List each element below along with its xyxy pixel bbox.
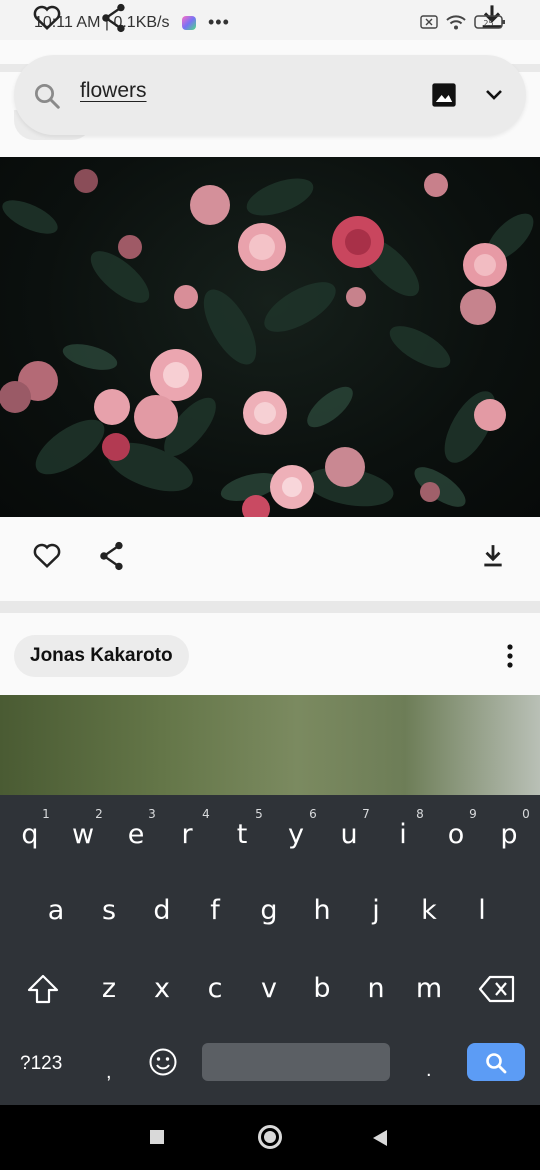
back-button[interactable] <box>372 1129 388 1152</box>
overlay-heart-icon[interactable] <box>32 3 62 36</box>
system-nav-bar <box>0 1105 540 1170</box>
key-q[interactable]: q <box>10 819 50 850</box>
search-icon[interactable] <box>32 81 62 116</box>
key-v[interactable]: v <box>249 973 289 1004</box>
key-e[interactable]: e <box>116 819 156 850</box>
chevron-down-icon[interactable] <box>482 83 506 112</box>
key-l[interactable]: l <box>462 895 502 926</box>
sim-icon <box>420 15 438 34</box>
key-z[interactable]: z <box>89 973 129 1004</box>
key-f[interactable]: f <box>195 895 235 926</box>
space-key[interactable] <box>202 1043 390 1081</box>
key-b[interactable]: b <box>302 973 342 1004</box>
key-k[interactable]: k <box>409 895 449 926</box>
comma-key[interactable]: , <box>106 1061 112 1084</box>
flower-photo[interactable] <box>0 157 540 517</box>
recents-button[interactable] <box>150 1130 164 1144</box>
search-key[interactable] <box>467 1043 525 1081</box>
key-h[interactable]: h <box>302 895 342 926</box>
wifi-icon <box>446 14 466 35</box>
key-t[interactable]: t <box>222 819 262 850</box>
search-bar[interactable]: flowers <box>14 55 526 135</box>
app-notification-icon <box>182 16 196 30</box>
key-d[interactable]: d <box>142 895 182 926</box>
key-c[interactable]: c <box>195 973 235 1004</box>
key-g[interactable]: g <box>249 895 289 926</box>
period-key[interactable]: . <box>426 1059 432 1082</box>
like-heart-icon[interactable] <box>32 541 62 574</box>
battery-icon: 25 <box>474 14 506 35</box>
status-indicators: 25 <box>420 14 506 35</box>
svg-text:25: 25 <box>483 19 493 28</box>
backspace-icon[interactable] <box>478 975 516 1008</box>
key-w[interactable]: w <box>63 819 103 850</box>
next-photo[interactable] <box>0 695 540 795</box>
key-u[interactable]: u <box>329 819 369 850</box>
key-r[interactable]: r <box>167 819 207 850</box>
key-i[interactable]: i <box>383 819 423 850</box>
key-n[interactable]: n <box>356 973 396 1004</box>
photo-actions <box>0 517 540 601</box>
author-chip[interactable]: Jonas Kakaroto <box>14 635 189 677</box>
key-o[interactable]: o <box>436 819 476 850</box>
emoji-icon[interactable] <box>148 1047 178 1082</box>
search-input[interactable]: flowers <box>80 79 147 103</box>
soft-keyboard: 1 q 2 w 3 e 4 r 5 t 6 y 7 u 8 i 9 o 0 p … <box>0 795 540 1105</box>
image-search-icon[interactable] <box>430 81 458 114</box>
download-icon[interactable] <box>480 542 506 575</box>
key-m[interactable]: m <box>409 973 449 1004</box>
status-bar: 10:11 AM | 0.1KB/s ••• 25 <box>0 0 540 40</box>
symbols-key[interactable]: ?123 <box>20 1053 62 1075</box>
key-s[interactable]: s <box>89 895 129 926</box>
more-vert-icon[interactable] <box>500 643 520 674</box>
status-more: ••• <box>208 12 230 32</box>
key-x[interactable]: x <box>142 973 182 1004</box>
key-y[interactable]: y <box>276 819 316 850</box>
overlay-share-icon[interactable] <box>100 3 128 38</box>
post-header: Jonas Kakaroto <box>0 613 540 695</box>
home-button[interactable] <box>258 1125 282 1149</box>
share-icon[interactable] <box>98 541 126 576</box>
key-p[interactable]: p <box>489 819 529 850</box>
key-a[interactable]: a <box>36 895 76 926</box>
key-j[interactable]: j <box>356 895 396 926</box>
post-separator <box>0 601 540 613</box>
shift-icon[interactable] <box>26 973 60 1010</box>
